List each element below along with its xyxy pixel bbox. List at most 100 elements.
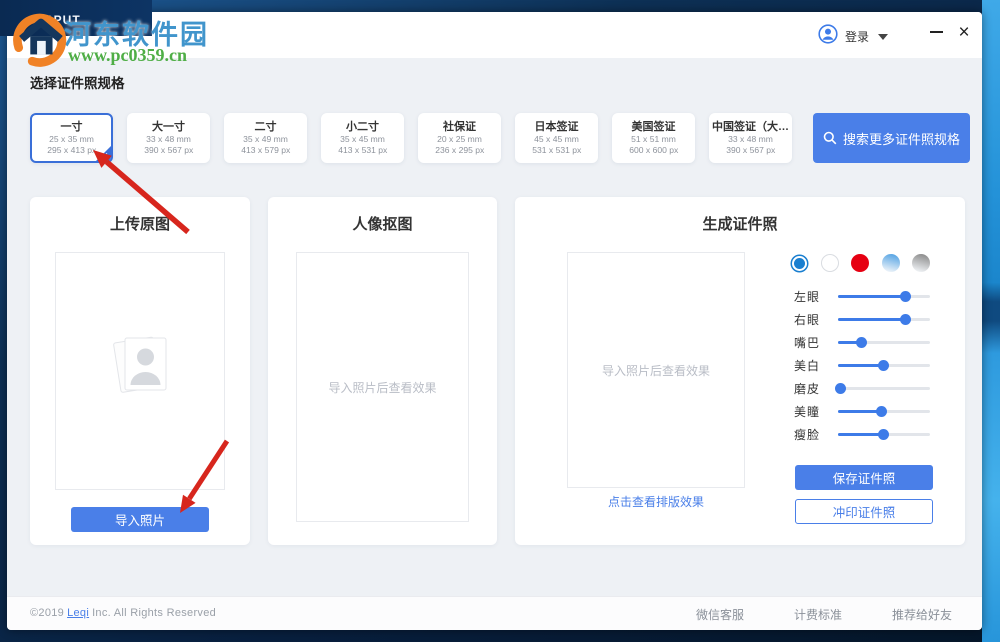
slider-label: 磨皮 [780, 380, 820, 397]
spec-name: 社保证 [443, 121, 476, 134]
swatch-dot [851, 254, 869, 272]
slider-handle[interactable] [878, 429, 889, 440]
login-label: 登录 [845, 28, 869, 45]
slider-label: 瘦脸 [780, 426, 820, 443]
slider-fill [838, 295, 905, 298]
spec-card-4[interactable]: 小二寸35 x 45 mm413 x 531 px [321, 113, 404, 163]
spec-card-3[interactable]: 二寸35 x 49 mm413 x 579 px [224, 113, 307, 163]
spec-card-2[interactable]: 大一寸33 x 48 mm390 x 567 px [127, 113, 210, 163]
slider-fill [838, 410, 881, 413]
slider-label: 美瞳 [780, 403, 820, 420]
swatch-dot [794, 258, 805, 269]
spec-size-mm: 33 x 48 mm [146, 134, 191, 144]
upload-panel-title: 上传原图 [30, 213, 250, 234]
slider-row: 左眼 [780, 285, 940, 308]
slider-label: 嘴巴 [780, 334, 820, 351]
spec-card-7[interactable]: 美国签证51 x 51 mm600 x 600 px [612, 113, 695, 163]
slider-track[interactable] [838, 295, 930, 298]
spec-card-1[interactable]: 一寸25 x 35 mm295 x 413 px [30, 113, 113, 163]
slider-track[interactable] [838, 341, 930, 344]
slider-fill [838, 318, 905, 321]
login-menu[interactable]: 登录 [818, 24, 888, 49]
slider-track[interactable] [838, 410, 930, 413]
chevron-down-icon [878, 34, 888, 40]
bg-color-white[interactable] [821, 254, 839, 272]
selected-check-icon [95, 145, 112, 162]
spec-card-8[interactable]: 中国签证（大…33 x 48 mm390 x 567 px [709, 113, 792, 163]
slider-label: 左眼 [780, 288, 820, 305]
slider-handle[interactable] [900, 314, 911, 325]
bg-color-blue[interactable] [790, 254, 808, 272]
spec-size-mm: 25 x 35 mm [49, 134, 94, 144]
slider-track[interactable] [838, 364, 930, 367]
copyright-rights: Inc. All Rights Reserved [92, 607, 216, 619]
search-specs-button[interactable]: 搜索更多证件照规格 [813, 113, 970, 163]
spec-size-mm: 33 x 48 mm [728, 134, 773, 144]
cutout-placeholder: 导入照片后查看效果 [297, 253, 468, 521]
slider-handle[interactable] [856, 337, 867, 348]
slider-track[interactable] [838, 433, 930, 436]
swatch-dot [912, 254, 930, 272]
footer-links: 微信客服 计费标准 推荐给好友 [696, 606, 952, 623]
footer-link-2[interactable]: 计费标准 [794, 606, 842, 623]
import-photo-button[interactable]: 导入照片 [71, 507, 209, 532]
slider-label: 右眼 [780, 311, 820, 328]
cutout-preview: 导入照片后查看效果 [296, 252, 469, 522]
slider-label: 美白 [780, 357, 820, 374]
spec-size-px: 295 x 413 px [47, 145, 96, 155]
slider-row: 瘦脸 [780, 423, 940, 446]
spec-size-mm: 45 x 45 mm [534, 134, 579, 144]
spec-size-px: 413 x 531 px [338, 145, 387, 155]
footer-link-3[interactable]: 推荐给好友 [892, 606, 952, 623]
spec-card-5[interactable]: 社保证20 x 25 mm236 x 295 px [418, 113, 501, 163]
desktop-background-strip [982, 0, 1000, 642]
idphoto-placeholder: 导入照片后查看效果 [568, 253, 744, 487]
slider-row: 美瞳 [780, 400, 940, 423]
app-window: 登录 × 选择证件照规格 一寸25 x 35 mm295 x 413 px大一寸… [7, 12, 982, 630]
spec-name: 一寸 [61, 121, 83, 134]
photo-placeholder-icon [56, 323, 224, 405]
spec-size-px: 413 x 579 px [241, 145, 290, 155]
print-idphoto-button[interactable]: 冲印证件照 [795, 499, 933, 524]
brand-link[interactable]: Leqi [67, 607, 89, 619]
generate-panel: 生成证件照 导入照片后查看效果 点击查看排版效果 左眼右眼嘴巴美白磨皮美瞳瘦脸 … [515, 197, 965, 545]
minimize-button[interactable] [924, 20, 948, 44]
swatch-dot [821, 254, 839, 272]
view-layout-link[interactable]: 点击查看排版效果 [567, 493, 745, 510]
bg-color-gradient-gray[interactable] [912, 254, 930, 272]
spec-size-px: 390 x 567 px [726, 145, 775, 155]
beauty-sliders: 左眼右眼嘴巴美白磨皮美瞳瘦脸 [780, 285, 940, 446]
slider-fill [838, 433, 883, 436]
bg-color-gradient-blue[interactable] [882, 254, 900, 272]
copyright-text: ©2019LeqiInc. All Rights Reserved [30, 607, 216, 619]
spec-size-mm: 35 x 49 mm [243, 134, 288, 144]
spec-size-mm: 35 x 45 mm [340, 134, 385, 144]
slider-track[interactable] [838, 387, 930, 390]
original-photo-preview[interactable] [55, 252, 225, 490]
footer-link-1[interactable]: 微信客服 [696, 606, 744, 623]
generate-panel-title: 生成证件照 [515, 213, 965, 234]
spec-name: 二寸 [255, 121, 277, 134]
user-avatar-icon [818, 24, 838, 49]
slider-handle[interactable] [876, 406, 887, 417]
bg-color-red[interactable] [851, 254, 869, 272]
spec-size-px: 531 x 531 px [532, 145, 581, 155]
slider-handle[interactable] [835, 383, 846, 394]
search-icon [823, 131, 837, 145]
slider-handle[interactable] [900, 291, 911, 302]
slider-handle[interactable] [878, 360, 889, 371]
cutout-panel-title: 人像抠图 [268, 213, 497, 234]
spec-name: 美国签证 [632, 121, 676, 134]
save-idphoto-button[interactable]: 保存证件照 [795, 465, 933, 490]
search-specs-label: 搜索更多证件照规格 [843, 129, 960, 148]
spec-card-6[interactable]: 日本签证45 x 45 mm531 x 531 px [515, 113, 598, 163]
copyright-year: ©2019 [30, 607, 64, 619]
spec-size-px: 600 x 600 px [629, 145, 678, 155]
site-logo-icon [10, 9, 68, 72]
slider-row: 右眼 [780, 308, 940, 331]
watermark-site-url: www.pc0359.cn [68, 45, 187, 66]
slider-row: 嘴巴 [780, 331, 940, 354]
slider-track[interactable] [838, 318, 930, 321]
background-color-swatches [790, 254, 930, 272]
close-button[interactable]: × [952, 20, 976, 44]
